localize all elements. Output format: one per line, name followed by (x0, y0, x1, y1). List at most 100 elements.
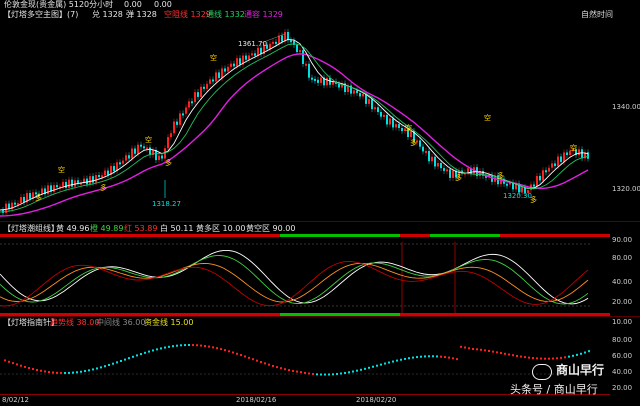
trend-dot (228, 350, 230, 353)
osc-green-line (0, 255, 589, 305)
trend-dot (412, 356, 414, 359)
trend-dot (128, 357, 130, 360)
natural-time-toggle[interactable]: 自然时间 (581, 10, 613, 19)
trend-dot (172, 345, 174, 348)
oscillator-chart[interactable] (0, 234, 610, 316)
trend-dot (80, 370, 82, 373)
trend-dot (520, 355, 522, 358)
trend-dot (352, 370, 354, 373)
trend-dot (328, 373, 330, 376)
trend-dot (224, 349, 226, 352)
trend-dot (196, 344, 198, 347)
trend-dot (560, 356, 562, 359)
trend-dot (256, 359, 258, 362)
main-y-tick-1: 1340.00 (612, 103, 640, 111)
trend-dot (52, 371, 54, 374)
trend-dot (572, 354, 574, 357)
panel-separator-2 (0, 316, 640, 317)
trend-dot (156, 348, 158, 351)
trend-dot (164, 346, 166, 349)
osc-y-tick-2: 80.00 (612, 254, 633, 262)
trend-dot (424, 355, 426, 358)
low-price-label-1: 1318.27 (152, 200, 181, 208)
trend-dot (576, 353, 578, 356)
trend-dot (476, 348, 478, 351)
main-panel-title: 【灯塔多空主图】(7) (3, 10, 79, 19)
trade-signal: 空 (145, 135, 152, 144)
trend-dot (556, 357, 558, 360)
trend-dot (528, 356, 530, 359)
trend-dot (384, 362, 386, 365)
trend-dot (244, 355, 246, 358)
date-label-2: 2018/02/16 (236, 396, 277, 404)
trade-signal: 空 (210, 53, 217, 62)
trend-dot (160, 347, 162, 350)
osc-v5: 黄多区 10.00 (196, 224, 246, 233)
trend-dot (304, 371, 306, 374)
trend-dot (116, 361, 118, 364)
trend-dot (580, 352, 582, 355)
trend-dot (124, 358, 126, 361)
main-sell-value: 弹 1328 (126, 10, 157, 19)
trend-dot (548, 357, 550, 360)
date-label-3: 2018/02/20 (356, 396, 397, 404)
trend-dot (380, 363, 382, 366)
trend-dot (32, 368, 34, 371)
trend-dot (264, 362, 266, 365)
trend-dot (40, 369, 42, 372)
trend-v1: 趋势线 38.00 (50, 318, 100, 327)
trend-dot (348, 371, 350, 374)
ma-magenta-line (0, 53, 589, 217)
price-b: 0.00 (154, 0, 172, 9)
osc-v6: 黄空区 90.00 (246, 224, 296, 233)
osc-y-tick-5: 10.00 (612, 318, 633, 326)
trend-dot (260, 361, 262, 364)
chat-bubble-icon (532, 364, 552, 380)
trend-dot (344, 371, 346, 374)
candles-group (2, 28, 589, 216)
trade-signal: 空 (484, 113, 491, 122)
osc-panel-title: 【灯塔潮组线】 (3, 224, 59, 233)
trend-dot (404, 357, 406, 360)
trend-dot (544, 357, 546, 360)
trend-dot (100, 366, 102, 369)
trend-dot (444, 356, 446, 359)
trend-dot (216, 347, 218, 350)
trend-dot (300, 371, 302, 374)
trend-dot (180, 344, 182, 347)
trend-dot (464, 346, 466, 349)
trend-dot (104, 365, 106, 368)
trend-dot (192, 344, 194, 347)
osc-y-tick-1: 90.00 (612, 236, 633, 244)
trend-dot (200, 344, 202, 347)
main-red-line-value: 空阻线 1329 (164, 10, 211, 19)
trend-dot (472, 347, 474, 350)
trend-dot (68, 371, 70, 374)
trend-dot (20, 364, 22, 367)
trend-dot (132, 355, 134, 358)
trend-dot (88, 369, 90, 372)
trend-dot (332, 373, 334, 376)
trend-dot (340, 372, 342, 375)
watermark-line1: 商山早行 (556, 363, 605, 377)
trend-dot (448, 356, 450, 359)
trend-dot (56, 371, 58, 374)
trend-dots-group (4, 344, 590, 376)
trend-dot (504, 352, 506, 355)
trend-dot (316, 373, 318, 376)
trend-dot (148, 350, 150, 353)
trend-dot (460, 345, 462, 348)
trend-dot (376, 364, 378, 367)
trend-dot (436, 355, 438, 358)
trend-dot (276, 366, 278, 369)
trend-dot (76, 371, 78, 374)
trend-dot (28, 367, 30, 370)
trade-signal: 多 (35, 193, 42, 202)
trend-dot (568, 355, 570, 358)
trend-dot (292, 369, 294, 372)
trend-dot (184, 344, 186, 347)
trend-dot (236, 352, 238, 355)
trend-dot (428, 355, 430, 358)
ma-green-line (0, 43, 589, 213)
main-candlestick-chart[interactable]: 多空多空多空空多多空多多空 1361.70 1318.27 1320.30 (0, 20, 610, 220)
